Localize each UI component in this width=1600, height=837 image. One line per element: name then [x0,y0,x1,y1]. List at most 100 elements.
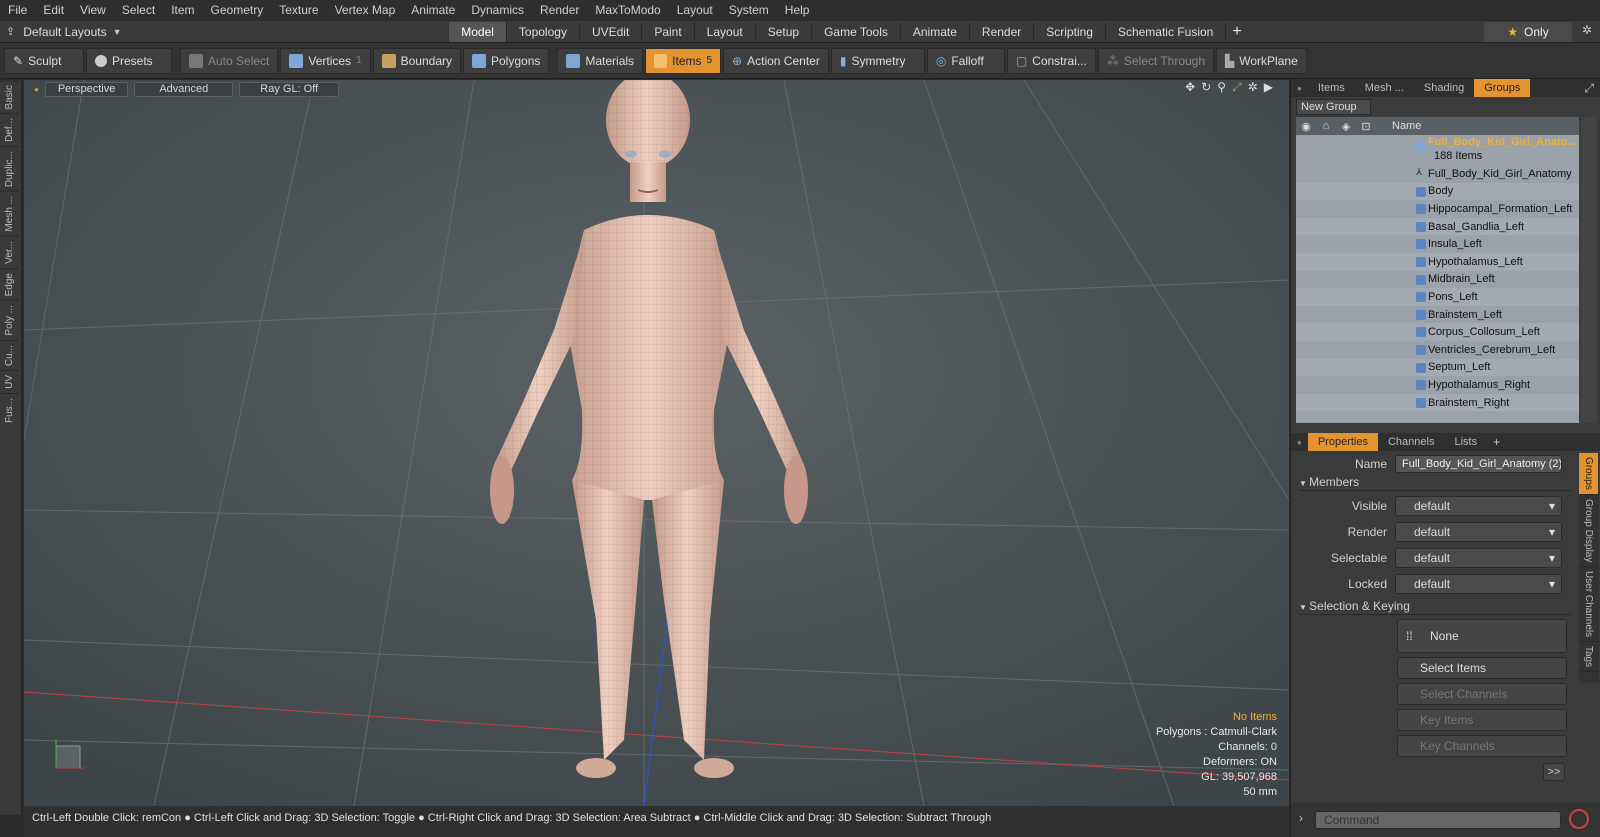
layout-tab[interactable]: Animate [901,21,970,42]
left-tool-tab[interactable]: Def... [0,113,19,147]
select-items-button[interactable]: Select Items [1397,657,1567,679]
tree-item[interactable]: Hippocampal_Formation_Left [1296,200,1579,218]
selectable-select[interactable]: default [1395,548,1562,568]
tree-item[interactable]: Basal_Gandlia_Left [1296,217,1579,236]
layout-tab[interactable]: Layout [695,21,756,42]
tree-item[interactable]: Hypothalamus_Left [1296,252,1579,271]
tree-item[interactable]: Septum_Left [1296,358,1579,377]
layout-tab[interactable]: Setup [756,21,813,42]
tree-item[interactable]: Insula_Left [1296,235,1579,253]
menu-item[interactable]: Help [777,0,818,21]
properties-side-tab[interactable]: Groups [1579,453,1598,495]
members-section[interactable]: ▼ Members [1299,475,1571,491]
add-tab-icon[interactable]: + [1487,435,1506,449]
left-tool-tab[interactable]: Ver... [0,236,19,268]
only-button[interactable]: ★ Only [1484,22,1572,42]
settings-icon[interactable]: ✲ [1248,80,1258,98]
auto-select-button[interactable]: Auto Select [180,47,279,74]
items-button[interactable]: Items 5 [645,47,722,74]
command-input[interactable]: Command [1315,811,1561,829]
item-list-tab[interactable]: Mesh ... [1355,79,1414,97]
layout-icon[interactable]: ⇪ [0,25,15,38]
tree-item[interactable]: Hypothalamus_Right [1296,376,1579,394]
layout-tab[interactable]: UVEdit [580,21,643,42]
layout-tab[interactable]: Scripting [1034,21,1106,42]
menu-item[interactable]: View [72,0,114,21]
render-select[interactable]: default [1395,522,1562,542]
gear-icon[interactable]: ✲ [1582,23,1592,37]
layout-tab[interactable]: Paint [642,21,695,42]
selection-keying-section[interactable]: ▼ Selection & Keying [1299,599,1571,615]
render-column-icon[interactable]: ⌂ [1316,120,1336,132]
raygl-button[interactable]: Ray GL: Off [239,81,340,97]
panel-expand-icon[interactable]: ⤢ [1578,81,1600,96]
menu-item[interactable]: Edit [35,0,72,21]
tree-item[interactable]: ⅄ Full_Body_Kid_Girl_Anatomy [1296,165,1579,183]
polygons-button[interactable]: Polygons [463,47,550,74]
tree-item[interactable]: Corpus_Collosum_Left [1296,323,1579,341]
falloff-button[interactable]: ◎ Falloff [926,47,1005,74]
record-icon[interactable] [1569,809,1589,829]
menu-item[interactable]: Select [114,0,163,21]
play-icon[interactable]: ▶ [1264,80,1273,98]
tree-scrollbar[interactable] [1581,117,1597,423]
tree-item[interactable]: Pons_Left [1296,288,1579,306]
name-column-header[interactable]: Name [1392,120,1421,132]
layout-tab[interactable]: Render [970,21,1035,42]
menu-item[interactable]: Vertex Map [327,0,404,21]
left-tool-tab[interactable]: UV [0,369,19,393]
move-icon[interactable]: ✥ [1185,80,1195,98]
menu-item[interactable]: Geometry [203,0,272,21]
layouts-dropdown[interactable]: Default Layouts ▼ [15,25,455,39]
menu-item[interactable]: MaxToModo [587,0,668,21]
properties-tab[interactable]: Properties [1307,433,1378,451]
select-channels-button[interactable]: Select Channels [1397,683,1567,705]
locked-select[interactable]: default [1395,574,1562,594]
properties-tab[interactable]: Channels [1378,433,1444,451]
key-items-button[interactable]: Key Items [1397,709,1567,731]
item-list-tab[interactable]: Items [1308,79,1355,97]
view-mode-button[interactable]: Advanced [134,81,234,97]
workplane-button[interactable]: ▙ WorkPlane [1216,47,1307,74]
viewport-menu-dot[interactable]: ● [34,85,39,94]
menu-item[interactable]: Animate [403,0,463,21]
zoom-icon[interactable]: ⚲ [1217,80,1226,98]
menu-item[interactable]: Dynamics [463,0,532,21]
props-menu-icon[interactable]: ● [1291,438,1308,447]
visible-select[interactable]: default [1395,496,1562,516]
menu-item[interactable]: File [0,0,35,21]
name-field[interactable]: Full_Body_Kid_Girl_Anatomy (2) [1395,455,1562,473]
group-row[interactable]: Full_Body_Kid_Girl_Anato... 188 Items [1296,135,1579,165]
layout-tab[interactable]: Model [449,21,507,42]
left-tool-tab[interactable]: Fus... [0,392,19,427]
3d-viewport[interactable]: ● Perspective Advanced Ray GL: Off ✥ ↻ ⚲… [24,80,1289,806]
eye-column-icon[interactable]: ◉ [1296,120,1316,133]
materials-button[interactable]: Materials [557,47,644,74]
properties-tab[interactable]: Lists [1444,433,1487,451]
none-button[interactable]: ⁞⁞ None [1397,619,1567,653]
constraints-button[interactable]: ▢ Constrai... [1006,47,1096,74]
new-group-button[interactable]: New Group [1296,99,1371,115]
fit-icon[interactable]: ⤢ [1232,80,1242,98]
left-tool-tab[interactable]: Duplic... [0,146,19,192]
select-through-button[interactable]: ⁂ Select Through [1097,47,1215,74]
symmetry-button[interactable]: ▮ Symmetry [830,47,925,74]
sculpt-button[interactable]: ✎ Sculpt [4,47,84,74]
tree-item[interactable]: Brainstem_Left [1296,306,1579,324]
left-tool-tab[interactable]: Cu... [0,339,19,370]
presets-button[interactable]: Presets [86,47,172,74]
lock-column-icon[interactable]: ◈ [1336,120,1356,133]
left-tool-tab[interactable]: Basic [0,80,19,114]
menu-item[interactable]: Item [163,0,202,21]
boundary-button[interactable]: Boundary [372,47,461,74]
layout-tab[interactable]: Schematic Fusion [1106,21,1227,42]
key-channels-button[interactable]: Key Channels [1397,735,1567,757]
panel-menu-icon[interactable]: ● [1291,84,1308,93]
menu-item[interactable]: Layout [669,0,721,21]
layout-tab[interactable]: Game Tools [812,21,901,42]
left-tool-tab[interactable]: Poly ... [0,300,19,340]
menu-item[interactable]: System [721,0,777,21]
tree-item[interactable]: Midbrain_Left [1296,271,1579,289]
tree-item[interactable]: Body [1296,182,1579,201]
tree-item[interactable]: Ventricles_Cerebrum_Left [1296,341,1579,359]
